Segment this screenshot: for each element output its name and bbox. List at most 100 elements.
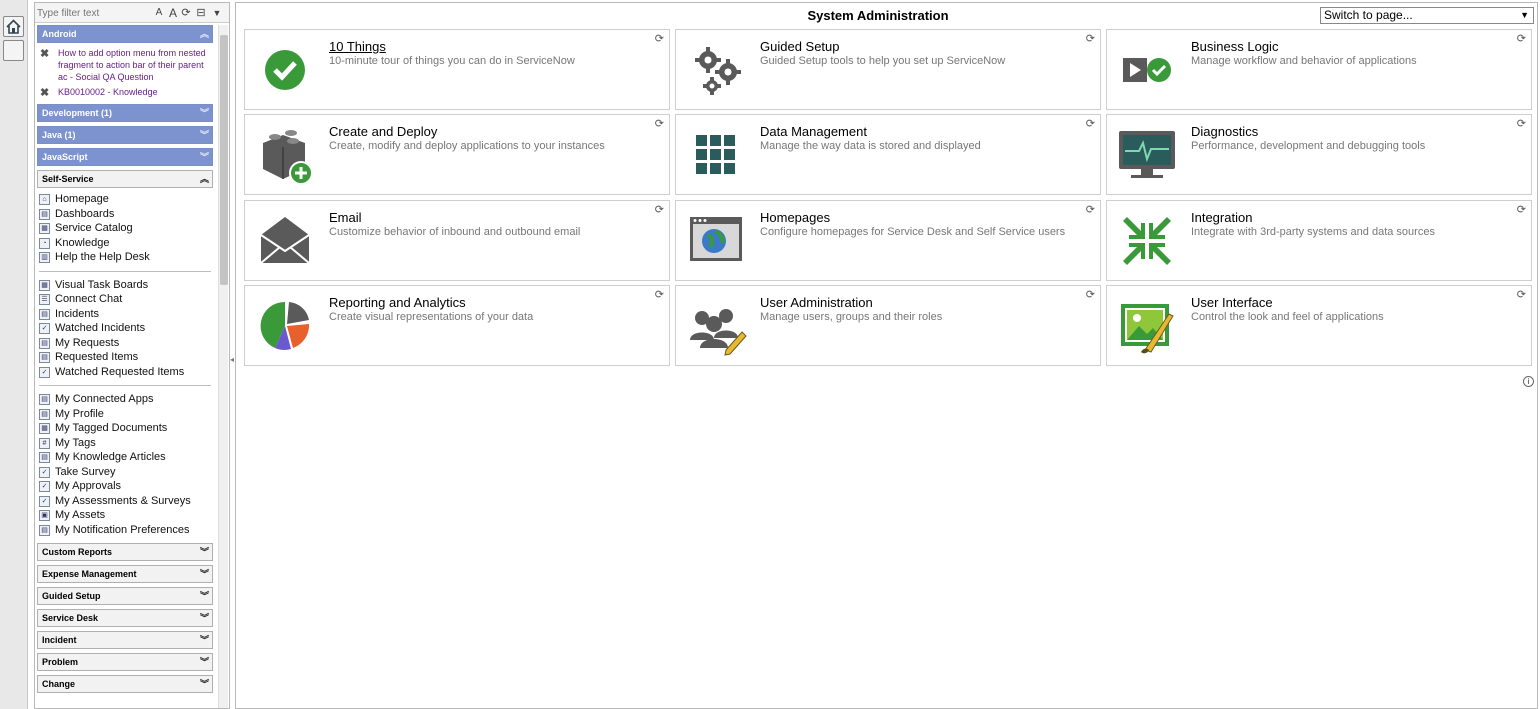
- module-my-tagged-documents[interactable]: ▦ My Tagged Documents: [37, 421, 213, 436]
- module-service-catalog[interactable]: ▦ Service Catalog: [37, 221, 213, 236]
- collapse-all-icon[interactable]: ⊟: [195, 6, 207, 20]
- module-knowledge[interactable]: ◔ Knowledge: [37, 236, 213, 251]
- switch-page-select[interactable]: Switch to page... ▼: [1320, 7, 1534, 24]
- module-requested-items[interactable]: ▤ Requested Items: [37, 350, 213, 365]
- refresh-icon[interactable]: ⟳: [1517, 117, 1526, 130]
- tile-guided-setup[interactable]: Guided Setup Guided Setup tools to help y…: [675, 29, 1101, 110]
- module-watched-incidents[interactable]: ✓ Watched Incidents: [37, 321, 213, 336]
- module-watched-requested-items[interactable]: ✓ Watched Requested Items: [37, 365, 213, 380]
- checkmark-circle-icon[interactable]: [253, 38, 317, 102]
- tile-10-things[interactable]: 10 Things 10-minute tour of things you ca…: [244, 29, 670, 110]
- refresh-icon[interactable]: ⟳: [1517, 203, 1526, 216]
- refresh-icon[interactable]: ⟳: [1517, 32, 1526, 45]
- module-help-the-help-desk[interactable]: ▥ Help the Help Desk: [37, 250, 213, 265]
- section-change[interactable]: Change ︾: [37, 675, 213, 693]
- text-larger-icon[interactable]: A: [167, 6, 179, 20]
- refresh-icon[interactable]: ⟳: [1086, 288, 1095, 301]
- blocks-plus-icon[interactable]: [253, 123, 317, 187]
- home-icon[interactable]: [3, 16, 24, 37]
- tile-email[interactable]: Email Customize behavior of inbound and o…: [244, 200, 670, 281]
- play-check-icon[interactable]: [1115, 38, 1179, 102]
- tile-user-administration[interactable]: User Administration Manage users, groups …: [675, 285, 1101, 366]
- module-my-profile[interactable]: ▤ My Profile: [37, 407, 213, 422]
- info-icon[interactable]: i: [1523, 376, 1534, 387]
- section-problem[interactable]: Problem ︾: [37, 653, 213, 671]
- tile-create-and-deploy[interactable]: Create and Deploy Create, modify and depl…: [244, 114, 670, 195]
- module-my-knowledge-articles[interactable]: ▤ My Knowledge Articles: [37, 450, 213, 465]
- section-expense-management[interactable]: Expense Management ︾: [37, 565, 213, 583]
- scrollbar-thumb[interactable]: [220, 35, 228, 285]
- filter-input[interactable]: [37, 6, 147, 20]
- tile-title[interactable]: Guided Setup: [760, 39, 840, 54]
- module-take-survey[interactable]: ✓ Take Survey: [37, 465, 213, 480]
- module-my-tags[interactable]: # My Tags: [37, 436, 213, 451]
- section-incident[interactable]: Incident ︾: [37, 631, 213, 649]
- browser-globe-icon[interactable]: [684, 209, 748, 273]
- module-incidents[interactable]: ▤ Incidents: [37, 307, 213, 322]
- section-javascript[interactable]: JavaScript ︾: [37, 148, 213, 166]
- envelope-icon[interactable]: [253, 209, 317, 273]
- tile-data-management[interactable]: Data Management Manage the way data is st…: [675, 114, 1101, 195]
- close-icon[interactable]: ✖: [40, 48, 49, 60]
- refresh-icon[interactable]: ⟳: [655, 117, 664, 130]
- tile-title[interactable]: Data Management: [760, 124, 867, 139]
- tile-title[interactable]: Diagnostics: [1191, 124, 1258, 139]
- module-connect-chat[interactable]: ☰ Connect Chat: [37, 292, 213, 307]
- refresh-icon[interactable]: ⟳: [1517, 288, 1526, 301]
- module-my-assets[interactable]: ▣ My Assets: [37, 508, 213, 523]
- grid-icon[interactable]: [684, 123, 748, 187]
- module-my-connected-apps[interactable]: ▤ My Connected Apps: [37, 392, 213, 407]
- list-item[interactable]: ✖ How to add option menu from nested frag…: [37, 47, 213, 83]
- navigator-scrollbar[interactable]: [218, 25, 228, 708]
- refresh-icon[interactable]: ⟳: [1086, 117, 1095, 130]
- module-my-approvals[interactable]: ✓ My Approvals: [37, 479, 213, 494]
- section-service-desk[interactable]: Service Desk ︾: [37, 609, 213, 627]
- pie-chart-icon[interactable]: [253, 294, 317, 358]
- image-brush-icon[interactable]: [1115, 294, 1179, 358]
- bookmark-button[interactable]: [3, 40, 24, 61]
- tile-business-logic[interactable]: Business Logic Manage workflow and behavi…: [1106, 29, 1532, 110]
- collapse-navigator-icon[interactable]: ◂: [230, 355, 234, 364]
- tile-homepages[interactable]: Homepages Configure homepages for Service…: [675, 200, 1101, 281]
- tile-title[interactable]: User Interface: [1191, 295, 1273, 310]
- refresh-icon[interactable]: ⟳: [655, 288, 664, 301]
- tile-user-interface[interactable]: User Interface Control the look and feel …: [1106, 285, 1532, 366]
- refresh-icon[interactable]: ⟳: [180, 6, 192, 20]
- application-navigator: A A ⟳ ⊟ ▼ Android︽ ✖How to add option me…: [34, 2, 230, 709]
- module-homepage[interactable]: ⌂ Homepage: [37, 192, 213, 207]
- refresh-icon[interactable]: ⟳: [655, 203, 664, 216]
- module-my-notification-preferences[interactable]: ▤ My Notification Preferences: [37, 523, 213, 538]
- tile-title[interactable]: Create and Deploy: [329, 124, 437, 139]
- refresh-icon[interactable]: ⟳: [655, 32, 664, 45]
- tile-title[interactable]: Business Logic: [1191, 39, 1278, 54]
- gears-icon[interactable]: [684, 38, 748, 102]
- tile-title[interactable]: Email: [329, 210, 362, 225]
- users-pencil-icon[interactable]: [684, 294, 748, 358]
- tile-title[interactable]: Integration: [1191, 210, 1252, 225]
- section-self-service[interactable]: Self-Service ︽: [37, 170, 213, 188]
- monitor-pulse-icon[interactable]: [1115, 123, 1179, 187]
- tile-diagnostics[interactable]: Diagnostics Performance, development and …: [1106, 114, 1532, 195]
- tile-reporting-and-analytics[interactable]: Reporting and Analytics Create visual rep…: [244, 285, 670, 366]
- refresh-icon[interactable]: ⟳: [1086, 32, 1095, 45]
- tile-title[interactable]: Homepages: [760, 210, 830, 225]
- module-visual-task-boards[interactable]: ▦ Visual Task Boards: [37, 278, 213, 293]
- arrows-in-icon[interactable]: [1115, 209, 1179, 273]
- module-dashboards[interactable]: ▤ Dashboards: [37, 207, 213, 222]
- tile-integration[interactable]: Integration Integrate with 3rd-party syst…: [1106, 200, 1532, 281]
- tile-title[interactable]: 10 Things: [329, 39, 386, 54]
- text-smaller-icon[interactable]: A: [153, 6, 165, 20]
- refresh-icon[interactable]: ⟳: [1086, 203, 1095, 216]
- module-my-requests[interactable]: ▤ My Requests: [37, 336, 213, 351]
- list-item[interactable]: ✖ KB0010002 - Knowledge: [37, 86, 213, 99]
- dropdown-icon[interactable]: ▼: [211, 6, 223, 20]
- section-guided-setup[interactable]: Guided Setup ︾: [37, 587, 213, 605]
- tile-title[interactable]: User Administration: [760, 295, 873, 310]
- section-custom-reports[interactable]: Custom Reports ︾: [37, 543, 213, 561]
- section-android[interactable]: Android ︽: [37, 25, 213, 43]
- close-icon[interactable]: ✖: [40, 87, 49, 99]
- tile-title[interactable]: Reporting and Analytics: [329, 295, 466, 310]
- section-development[interactable]: Development (1) ︾: [37, 104, 213, 122]
- section-java[interactable]: Java (1) ︾: [37, 126, 213, 144]
- module-my-assessments-surveys[interactable]: ✓ My Assessments & Surveys: [37, 494, 213, 509]
